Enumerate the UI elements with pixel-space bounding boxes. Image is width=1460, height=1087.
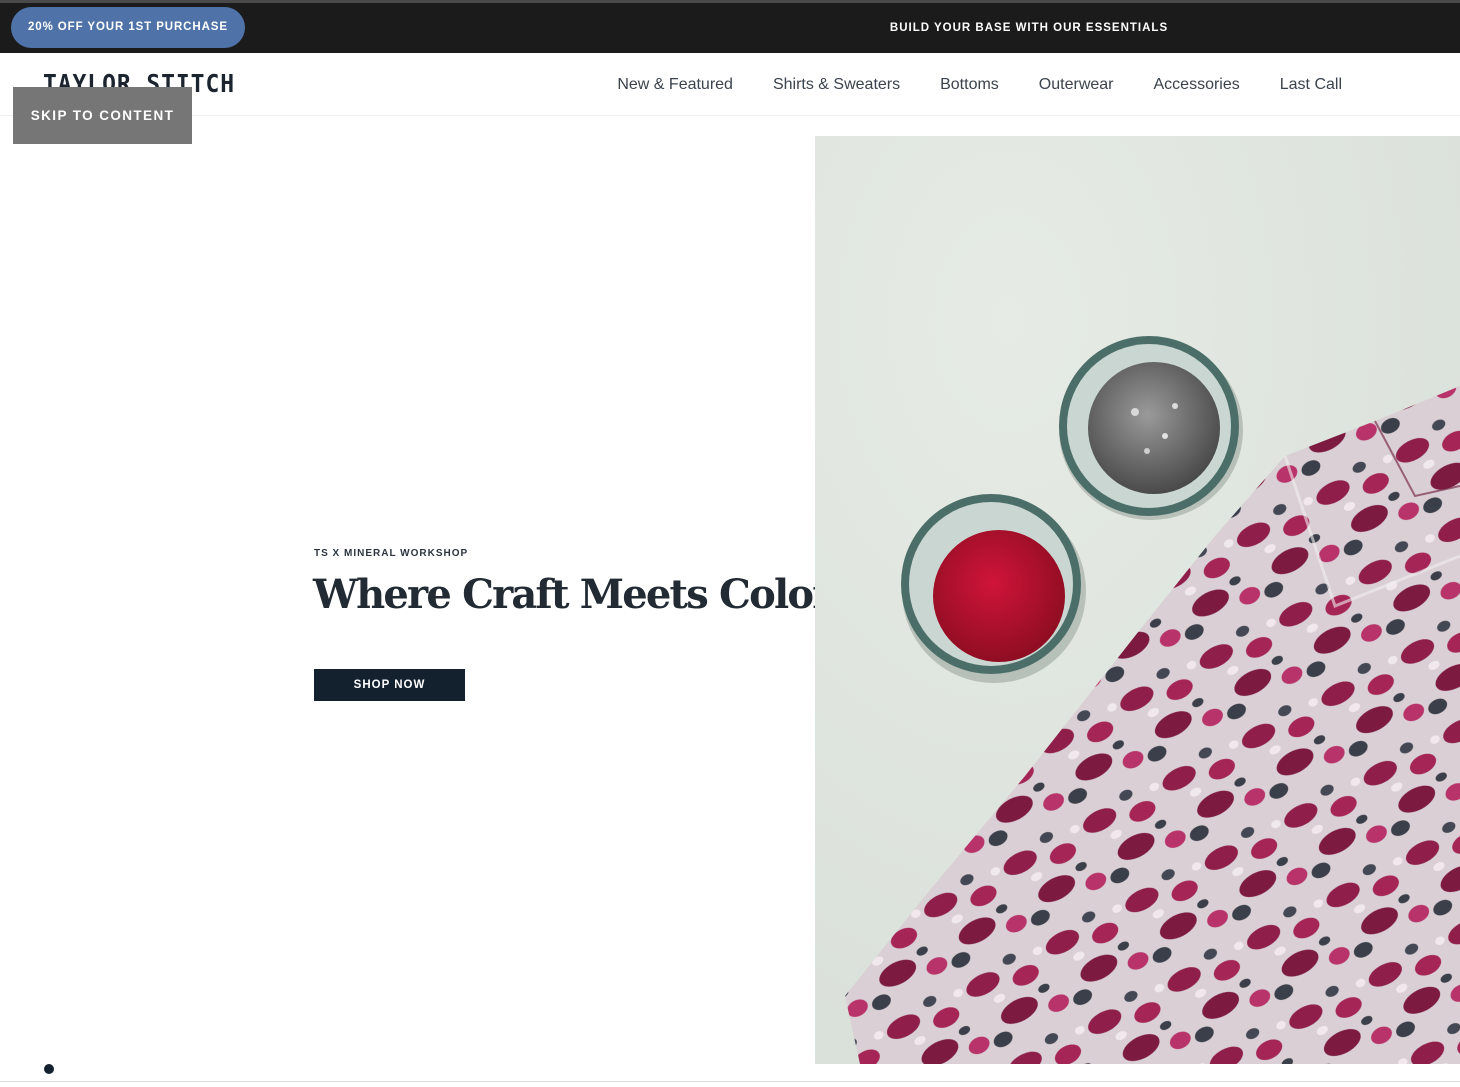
nav-item-bottoms[interactable]: Bottoms: [940, 76, 999, 94]
nav-item-outerwear[interactable]: Outerwear: [1039, 76, 1114, 94]
main-nav: New & Featured Shirts & Sweaters Bottoms…: [617, 53, 1342, 116]
skip-to-content-link[interactable]: SKIP TO CONTENT: [13, 87, 192, 144]
nav-item-new-featured[interactable]: New & Featured: [617, 76, 733, 94]
nav-item-shirts-sweaters[interactable]: Shirts & Sweaters: [773, 76, 900, 94]
nav-item-accessories[interactable]: Accessories: [1154, 76, 1240, 94]
nav-item-last-call[interactable]: Last Call: [1280, 76, 1342, 94]
shop-now-button[interactable]: SHOP NOW: [314, 669, 465, 701]
hero-eyebrow: TS X MINERAL WORKSHOP: [314, 548, 469, 559]
hero-image[interactable]: [815, 136, 1460, 1064]
promo-bar: BUILD YOUR BASE WITH OUR ESSENTIALS 20% …: [0, 3, 1460, 53]
bottom-divider: [0, 1081, 1460, 1082]
first-purchase-discount-button[interactable]: 20% OFF YOUR 1ST PURCHASE: [11, 7, 245, 48]
carousel-dot-active[interactable]: [44, 1064, 54, 1074]
hero-title: Where Craft Meets Color: [313, 571, 833, 618]
site-header: TAYLOR STITCH New & Featured Shirts & Sw…: [0, 53, 1460, 116]
